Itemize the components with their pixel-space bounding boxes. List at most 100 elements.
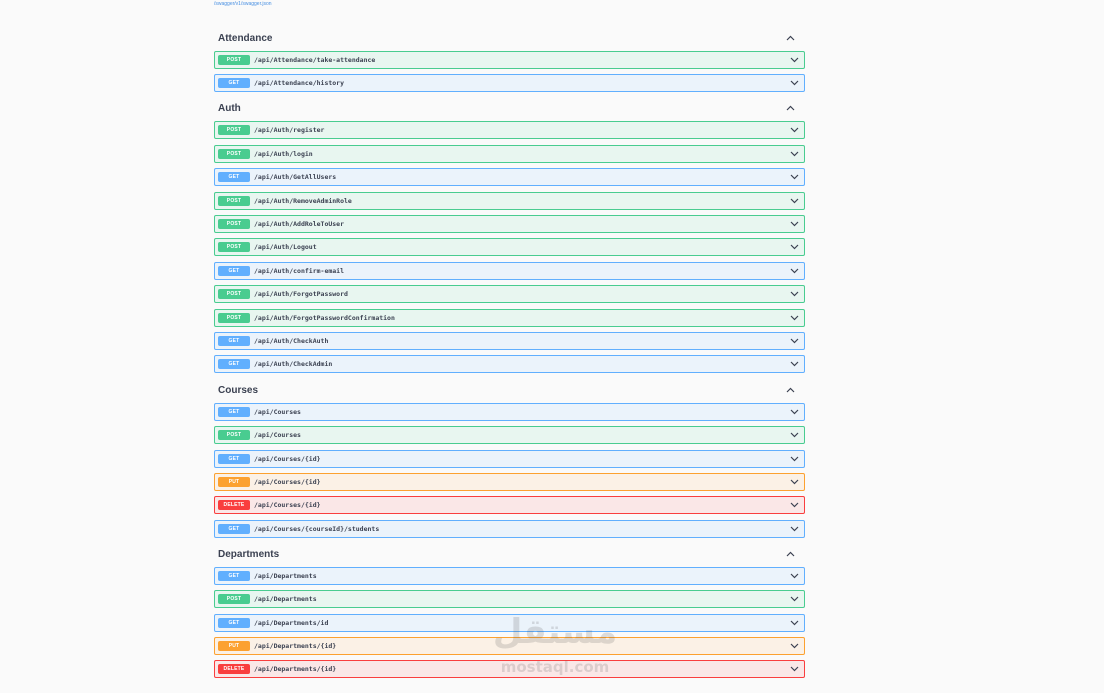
method-badge: GET — [218, 407, 250, 417]
operation-row[interactable]: PUT /api/Departments/{id} — [214, 637, 805, 655]
operation-row[interactable]: POST /api/Auth/login — [214, 145, 805, 163]
tag-header-courses[interactable]: Courses — [214, 380, 805, 400]
operation-row[interactable]: POST /api/Courses — [214, 426, 805, 444]
operation-row[interactable]: POST /api/Departments — [214, 590, 805, 608]
method-badge: PUT — [218, 477, 250, 487]
operation-path: /api/Attendance/history — [254, 79, 345, 87]
chevron-down-icon[interactable] — [788, 218, 800, 230]
chevron-down-icon[interactable] — [788, 499, 800, 511]
operation-row[interactable]: POST /api/Auth/ForgotPasswordConfirmatio… — [214, 309, 805, 327]
operation-row[interactable]: GET /api/Departments — [214, 567, 805, 585]
operation-path: /api/Auth/CheckAdmin — [254, 360, 333, 368]
operation-path: /api/Auth/ForgotPasswordConfirmation — [254, 314, 395, 322]
chevron-up-icon[interactable] — [783, 547, 797, 561]
method-badge: POST — [218, 242, 250, 252]
tag-header-departments[interactable]: Departments — [214, 544, 805, 564]
method-badge: POST — [218, 313, 250, 323]
method-badge: PUT — [218, 641, 250, 651]
chevron-down-icon[interactable] — [788, 288, 800, 300]
chevron-up-icon[interactable] — [783, 31, 797, 45]
operation-path: /api/Auth/CheckAuth — [254, 337, 329, 345]
chevron-down-icon[interactable] — [788, 148, 800, 160]
chevron-up-icon[interactable] — [783, 383, 797, 397]
chevron-down-icon[interactable] — [788, 265, 800, 277]
operation-row[interactable]: POST /api/Attendance/take-attendance — [214, 51, 805, 69]
method-badge: GET — [218, 618, 250, 628]
chevron-down-icon[interactable] — [788, 335, 800, 347]
method-badge: GET — [218, 524, 250, 534]
method-badge: GET — [218, 454, 250, 464]
operation-row[interactable]: POST /api/Auth/AddRoleToUser — [214, 215, 805, 233]
operation-path: /api/Auth/GetAllUsers — [254, 173, 337, 181]
operation-row[interactable]: PUT /api/Courses/{id} — [214, 473, 805, 491]
method-badge: GET — [218, 266, 250, 276]
operation-row[interactable]: POST /api/Auth/Logout — [214, 238, 805, 256]
method-badge: POST — [218, 430, 250, 440]
operation-path: /api/Courses/{id} — [254, 478, 321, 486]
operation-row[interactable]: POST /api/Auth/ForgotPassword — [214, 285, 805, 303]
operation-path: /api/Departments/{id} — [254, 665, 337, 673]
operation-path: /api/Auth/login — [254, 150, 313, 158]
chevron-down-icon[interactable] — [788, 593, 800, 605]
operation-row[interactable]: DELETE /api/Courses/{id} — [214, 496, 805, 514]
method-badge: POST — [218, 289, 250, 299]
tag-header-attendance[interactable]: Attendance — [214, 28, 805, 48]
operation-row[interactable]: POST /api/Auth/register — [214, 121, 805, 139]
tag-title: Courses — [218, 384, 259, 396]
operation-row[interactable]: GET /api/Auth/GetAllUsers — [214, 168, 805, 186]
chevron-up-icon[interactable] — [783, 101, 797, 115]
method-badge: POST — [218, 196, 250, 206]
operation-path: /api/Auth/Logout — [254, 243, 317, 251]
operation-row[interactable]: GET /api/Auth/CheckAuth — [214, 332, 805, 350]
chevron-down-icon[interactable] — [788, 476, 800, 488]
chevron-down-icon[interactable] — [788, 429, 800, 441]
method-badge: DELETE — [218, 664, 250, 674]
chevron-down-icon[interactable] — [788, 523, 800, 535]
method-badge: POST — [218, 219, 250, 229]
operation-row[interactable]: GET /api/Auth/confirm-email — [214, 262, 805, 280]
tag-title: Auth — [218, 102, 241, 114]
method-badge: POST — [218, 125, 250, 135]
chevron-down-icon[interactable] — [788, 124, 800, 136]
tag-header-auth[interactable]: Auth — [214, 98, 805, 118]
operation-path: /api/Auth/ForgotPassword — [254, 290, 348, 298]
chevron-down-icon[interactable] — [788, 570, 800, 582]
operation-path: /api/Courses/{courseId}/students — [254, 525, 380, 533]
operation-row[interactable]: GET /api/Auth/CheckAdmin — [214, 355, 805, 373]
operation-row[interactable]: POST /api/Auth/RemoveAdminRole — [214, 192, 805, 210]
chevron-down-icon[interactable] — [788, 77, 800, 89]
chevron-down-icon[interactable] — [788, 54, 800, 66]
operation-path: /api/Attendance/take-attendance — [254, 56, 376, 64]
chevron-down-icon[interactable] — [788, 663, 800, 675]
chevron-down-icon[interactable] — [788, 312, 800, 324]
operation-row[interactable]: GET /api/Courses/{id} — [214, 450, 805, 468]
spec-json-link[interactable]: /swagger/v1/swagger.json — [214, 1, 272, 7]
operation-row[interactable]: GET /api/Courses — [214, 403, 805, 421]
method-badge: POST — [218, 55, 250, 65]
operation-path: /api/Courses — [254, 431, 301, 439]
tag-title: Attendance — [218, 32, 273, 44]
chevron-down-icon[interactable] — [788, 171, 800, 183]
operation-row[interactable]: GET /api/Attendance/history — [214, 74, 805, 92]
method-badge: GET — [218, 336, 250, 346]
chevron-down-icon[interactable] — [788, 617, 800, 629]
chevron-down-icon[interactable] — [788, 406, 800, 418]
chevron-down-icon[interactable] — [788, 453, 800, 465]
operation-path: /api/Courses/{id} — [254, 501, 321, 509]
operation-path: /api/Departments/{id} — [254, 642, 337, 650]
chevron-down-icon[interactable] — [788, 241, 800, 253]
operation-path: /api/Auth/confirm-email — [254, 267, 345, 275]
operation-path: /api/Auth/register — [254, 126, 325, 134]
operation-row[interactable]: DELETE /api/Departments/{id} — [214, 660, 805, 678]
operation-path: /api/Auth/AddRoleToUser — [254, 220, 345, 228]
chevron-down-icon[interactable] — [788, 640, 800, 652]
operation-row[interactable]: GET /api/Departments/id — [214, 614, 805, 632]
operation-path: /api/Departments/id — [254, 619, 329, 627]
chevron-down-icon[interactable] — [788, 358, 800, 370]
chevron-down-icon[interactable] — [788, 195, 800, 207]
operation-path: /api/Auth/RemoveAdminRole — [254, 197, 352, 205]
method-badge: GET — [218, 571, 250, 581]
operation-row[interactable]: GET /api/Courses/{courseId}/students — [214, 520, 805, 538]
operation-path: /api/Courses/{id} — [254, 455, 321, 463]
method-badge: GET — [218, 359, 250, 369]
